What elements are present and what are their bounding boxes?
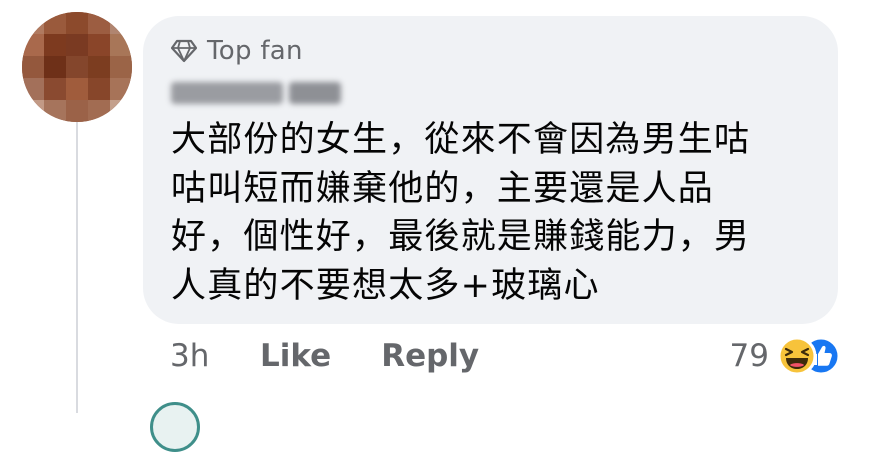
comment-line: 好，個性好，最後就是賺錢能力，男 bbox=[171, 217, 751, 257]
timestamp[interactable]: 3h bbox=[170, 338, 220, 374]
author-name-redacted-last bbox=[289, 82, 341, 104]
comment-bubble: Top fan 大部份的女生，從來不會因為男生咕 咕叫短而嫌棄他的，主要還是人品… bbox=[143, 16, 838, 324]
avatar-pixel bbox=[66, 34, 88, 56]
reactions-summary[interactable]: 79 bbox=[730, 336, 841, 376]
avatar-pixel bbox=[44, 100, 66, 122]
avatar-pixel bbox=[110, 34, 132, 56]
avatar-pixel bbox=[66, 56, 88, 78]
avatar-pixel bbox=[44, 78, 66, 100]
avatar-pixel bbox=[88, 34, 110, 56]
badge-label: Top fan bbox=[207, 36, 303, 66]
diamond-icon bbox=[171, 39, 197, 63]
avatar-pixel bbox=[22, 12, 44, 34]
author-name[interactable] bbox=[171, 78, 361, 108]
avatar-pixel bbox=[110, 12, 132, 34]
haha-icon bbox=[777, 336, 817, 376]
avatar-pixel bbox=[22, 78, 44, 100]
avatar-pixel bbox=[88, 100, 110, 122]
avatar-pixel bbox=[88, 56, 110, 78]
top-fan-badge: Top fan bbox=[171, 38, 303, 64]
comment-line: 大部份的女生，從來不會因為男生咕 bbox=[171, 120, 751, 160]
comment-actions: 3h Like Reply bbox=[170, 338, 479, 374]
avatar-pixel bbox=[66, 100, 88, 122]
avatar-pixel bbox=[22, 56, 44, 78]
author-name-redacted-first bbox=[171, 82, 283, 104]
avatar-pixel bbox=[88, 12, 110, 34]
avatar-pixel bbox=[110, 78, 132, 100]
avatar-pixel bbox=[44, 12, 66, 34]
avatar-pixel bbox=[66, 78, 88, 100]
avatar-pixel bbox=[44, 34, 66, 56]
next-reply-avatar[interactable] bbox=[150, 402, 200, 452]
reply-button[interactable]: Reply bbox=[381, 338, 479, 374]
thread-line bbox=[76, 120, 78, 413]
avatar-pixel bbox=[110, 100, 132, 122]
reaction-icons bbox=[777, 336, 841, 376]
avatar-pixel bbox=[22, 34, 44, 56]
reaction-count: 79 bbox=[729, 338, 769, 374]
comment-text: 大部份的女生，從來不會因為男生咕 咕叫短而嫌棄他的，主要還是人品 好，個性好，最… bbox=[171, 116, 811, 310]
avatar[interactable] bbox=[22, 12, 132, 122]
comment-line: 人真的不要想太多+玻璃心 bbox=[171, 265, 600, 306]
avatar-pixel bbox=[110, 56, 132, 78]
avatar-pixel bbox=[44, 56, 66, 78]
avatar-pixel bbox=[88, 78, 110, 100]
comment-line: 咕叫短而嫌棄他的，主要還是人品 bbox=[171, 168, 715, 209]
avatar-pixel bbox=[22, 100, 44, 122]
like-button[interactable]: Like bbox=[260, 338, 331, 374]
avatar-pixel bbox=[66, 12, 88, 34]
